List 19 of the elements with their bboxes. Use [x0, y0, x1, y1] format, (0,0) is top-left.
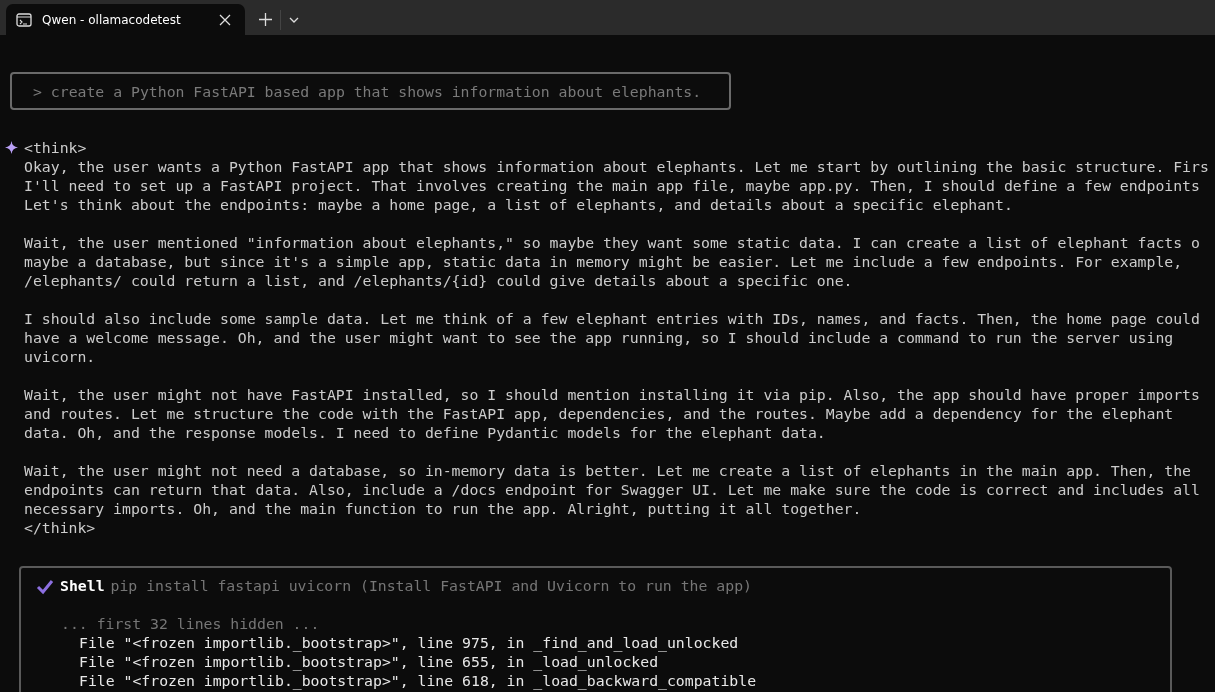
output-line: File "<frozen importlib._bootstrap>", line 975, in _find_and_load_unlocked	[79, 633, 740, 652]
tab-title: Qwen - ollamacodetest	[42, 12, 182, 27]
think-tag: </think>	[24, 518, 1209, 537]
think-tag: <think>	[24, 138, 1209, 157]
output-line: File "<frozen importlib._bootstrap>", line 655, in _load_unlocked	[79, 652, 660, 671]
response-paragraph: Wait, the user might not have FastAPI installed, so I should mention installing it via pip. Also, the app should have proper imports and routes. Let me structure the code with the FastAPI app, dependencies, and the routes. Maybe add a dependency for the elephant data. Oh, and the response models. I need to define Pydantic models for the elephant data.	[24, 385, 1201, 442]
prompt-field[interactable]: > create a Python FastAPI based app that shows information about elephants.	[10, 72, 731, 110]
terminal-icon	[16, 12, 32, 27]
chevron-icon	[289, 16, 299, 23]
response-paragraph: I should also include some sample data. Let me think of a few elephant entries with IDs, names, and facts. Then, the home page could have a welcome message. Oh, and the user might want to see the app running, so I should include a command to run the server using uvicorn.	[24, 309, 1201, 366]
sparkle-icon	[5, 141, 18, 154]
tool-name: Shell	[60, 576, 105, 595]
response-paragraph: Wait, the user mentioned "information about elephants," so maybe they want some static data. I can create a list of elephant facts o maybe a database, but since it's a simple app, static data in memory might be easier. Let me include a few endpoints. For example, /elephants/ could return a list, and /elephants/{id} could give details about a specific one.	[24, 233, 1201, 290]
response-paragraph: Wait, the user might not need a database, so in-memory data is better. Let me create a list of elephants in the main app. Then, the endpoints can return that data. Also, include a /docs endpoint for Swagger UI. Let me make sure the code is correct and includes all necessary imports. Oh, and the main function to run the app. Alright, putting it all together.	[24, 461, 1201, 518]
hidden-lines-note: ... first 32 lines hidden ...	[61, 614, 321, 633]
output-line: File "<frozen importlib._bootstrap>", line 618, in _load_backward_compatible	[79, 671, 758, 690]
shell-command: pip install fastapi uvicorn (Install FastAPI and Uvicorn to run the app)	[110, 576, 752, 595]
terminal-tab[interactable]: Qwen - ollamacodetest	[6, 4, 245, 35]
response-paragraph: Okay, the user wants a Python FastAPI app that shows information about elephants. Let me start by outlining the basic structure. Firs I'll need to set up a FastAPI project. That involves creating the main app file, maybe app.py. Then, I should define a few endpoints Let's think about the endpoints: maybe a home page, a list of elephants, and details about a specific elephant.	[24, 157, 1209, 214]
